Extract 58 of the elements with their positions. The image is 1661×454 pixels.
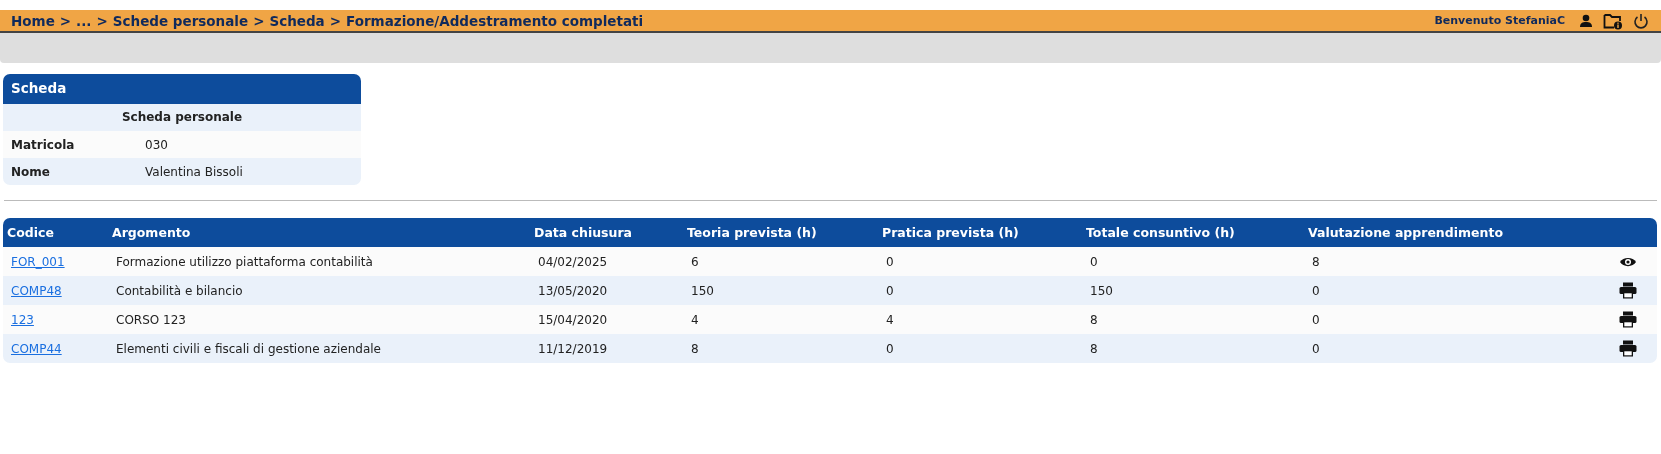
breadcrumb-separator: > [253, 12, 265, 29]
column-header: Totale consuntivo (h) [1085, 225, 1236, 240]
table-cell-text: 0 [885, 283, 895, 298]
table-cell-text: 0 [1311, 312, 1321, 327]
code-link[interactable]: COMP44 [11, 341, 62, 356]
user-icon[interactable] [1579, 13, 1593, 28]
table-cell-text: 0 [1089, 254, 1099, 269]
table-cell-text: Elementi civili e fiscali di gestione aziendale [115, 341, 382, 356]
welcome-text: Benvenuto StefaniaC [1434, 14, 1565, 27]
table-cell-text: Contabilità e bilancio [115, 283, 244, 298]
column-header: Valutazione apprendimento [1307, 225, 1504, 240]
column-header: Pratica prevista (h) [881, 225, 1020, 240]
print-icon[interactable] [1619, 282, 1637, 299]
folder-info-icon[interactable] [1603, 11, 1623, 30]
table-cell-text: 11/12/2019 [537, 341, 609, 356]
table-cell-text: CORSO 123 [115, 312, 187, 327]
table-cell-text: 15/04/2020 [537, 312, 609, 327]
column-header: Codice [6, 225, 55, 240]
table-cell-text: 6 [690, 254, 700, 269]
table-cell-text: 8 [1311, 254, 1321, 269]
field-label: Matricola [10, 137, 76, 152]
breadcrumb-link[interactable]: Formazione/Addestramento completati [346, 12, 644, 29]
table-cell-text: 04/02/2025 [537, 254, 609, 269]
table-cell-text: 0 [1311, 283, 1321, 298]
code-link[interactable]: FOR_001 [11, 254, 65, 269]
power-icon[interactable] [1633, 12, 1649, 29]
code-link[interactable]: COMP48 [11, 283, 62, 298]
breadcrumb-link[interactable]: Schede personale [112, 12, 249, 29]
breadcrumb-link[interactable]: ... [76, 12, 92, 29]
print-icon[interactable] [1619, 340, 1637, 357]
table-cell-text: 8 [1089, 341, 1099, 356]
breadcrumb-link[interactable]: Home [11, 12, 55, 29]
field-value: 030 [145, 137, 168, 152]
field-label: Nome [10, 164, 51, 179]
breadcrumb-separator: > [59, 12, 72, 29]
table-cell-text: Formazione utilizzo piattaforma contabilità [115, 254, 374, 269]
table-cell-text: 4 [885, 312, 895, 327]
card-title: Scheda [3, 74, 361, 104]
breadcrumb-separator: > [96, 12, 108, 29]
table-cell-text: 150 [690, 283, 715, 298]
table-cell-text: 0 [1311, 341, 1321, 356]
column-header: Argomento [111, 225, 192, 240]
column-header: Teoria prevista (h) [686, 225, 818, 240]
table-cell-text: 13/05/2020 [537, 283, 609, 298]
table-cell-text: 150 [1089, 283, 1114, 298]
table-cell-text: 4 [690, 312, 700, 327]
code-link[interactable]: 123 [11, 312, 34, 327]
column-header: Data chiusura [533, 225, 633, 240]
breadcrumb-separator: > [329, 12, 341, 29]
field-value: Valentina Bissoli [145, 164, 243, 179]
table-cell-text: 8 [1089, 312, 1099, 327]
table-cell-text: 0 [885, 341, 895, 356]
table-cell-text: 8 [690, 341, 700, 356]
breadcrumb-link[interactable]: Scheda [269, 12, 325, 29]
card-subtitle: Scheda personale [3, 104, 361, 131]
table-cell-text: 0 [885, 254, 895, 269]
print-icon[interactable] [1619, 311, 1637, 328]
eye-icon[interactable] [1619, 255, 1637, 268]
